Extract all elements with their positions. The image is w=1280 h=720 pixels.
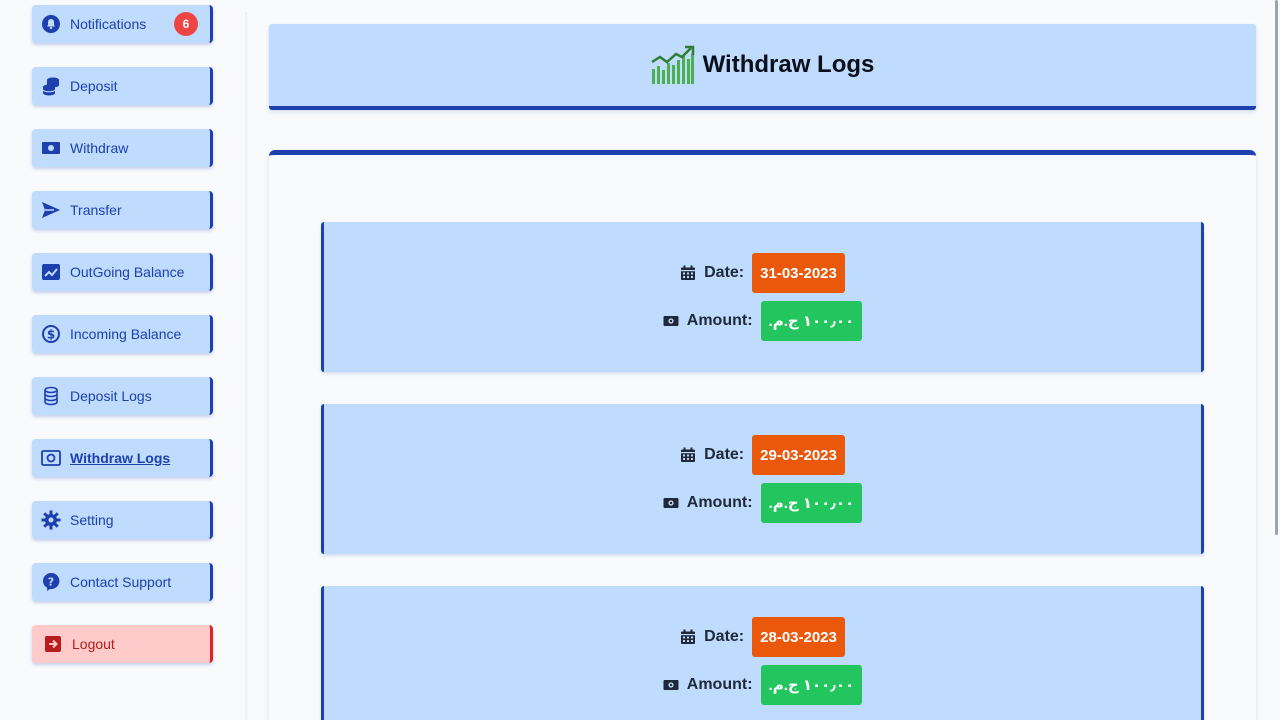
amount-value: ١٠٠٫٠٠ ج.م. — [760, 483, 863, 523]
banknote-icon — [40, 137, 62, 159]
page-title: Withdraw Logs — [702, 51, 875, 78]
amount-row: Amount: ١٠٠٫٠٠ ج.م. — [324, 483, 1201, 523]
svg-text:$: $ — [47, 328, 55, 342]
date-value: 31-03-2023 — [752, 253, 845, 293]
date-label: Date: — [704, 628, 745, 645]
amount-value: ١٠٠٫٠٠ ج.م. — [760, 665, 863, 705]
sidebar-divider — [245, 12, 249, 720]
sidebar-item-notifications[interactable]: Notifications 6 — [32, 5, 213, 43]
growth-chart-icon — [650, 45, 694, 84]
log-card: Date: 29-03-2023 Amount: ١٠٠٫٠٠ ج.م. — [321, 404, 1204, 554]
sidebar-item-label: Withdraw Logs — [70, 450, 171, 466]
sidebar-item-deposit[interactable]: Deposit — [32, 67, 213, 105]
page-scrollbar[interactable] — [1272, 0, 1280, 720]
amount-value: ١٠٠٫٠٠ ج.م. — [760, 301, 863, 341]
notification-count-badge: 6 — [174, 12, 198, 36]
sidebar-item-label: Withdraw — [70, 140, 129, 156]
amount-label: Amount: — [686, 312, 753, 329]
amount-row: Amount: ١٠٠٫٠٠ ج.م. — [324, 301, 1201, 341]
sidebar-item-transfer[interactable]: Transfer — [32, 191, 213, 229]
date-value: 28-03-2023 — [752, 617, 845, 657]
sidebar-item-contact-support[interactable]: ? Contact Support — [32, 563, 213, 601]
bell-icon — [40, 13, 62, 35]
svg-text:?: ? — [48, 576, 54, 589]
sidebar-item-withdraw[interactable]: Withdraw — [32, 129, 213, 167]
sidebar-item-label: Deposit Logs — [70, 388, 152, 404]
sidebar-item-label: Contact Support — [70, 574, 172, 590]
calendar-icon — [681, 447, 696, 462]
calendar-icon — [681, 265, 696, 280]
log-card: Date: 28-03-2023 Amount: ١٠٠٫٠٠ ج.م. — [321, 586, 1204, 720]
question-icon: ? — [40, 571, 62, 593]
sidebar-item-label: Logout — [72, 636, 115, 652]
logout-icon — [42, 633, 64, 655]
gear-icon — [40, 509, 62, 531]
date-row: Date: 28-03-2023 — [324, 617, 1201, 657]
sidebar-item-label: OutGoing Balance — [70, 264, 185, 280]
sidebar-item-label: Setting — [70, 512, 114, 528]
date-row: Date: 29-03-2023 — [324, 435, 1201, 475]
dollar-circle-icon: $ — [40, 323, 62, 345]
money-icon — [663, 316, 679, 326]
sidebar-item-setting[interactable]: Setting — [32, 501, 213, 539]
sidebar-item-label: Incoming Balance — [70, 326, 182, 342]
app-root: Notifications 6 Deposit Withdraw Transfe… — [0, 0, 1280, 720]
sidebar-item-deposit-logs[interactable]: Deposit Logs — [32, 377, 213, 415]
amount-label: Amount: — [686, 494, 753, 511]
chart-up-icon — [40, 261, 62, 283]
coins-icon — [40, 75, 62, 97]
sidebar-item-label: Deposit — [70, 78, 118, 94]
log-card: Date: 31-03-2023 Amount: ١٠٠٫٠٠ ج.م. — [321, 222, 1204, 372]
sidebar-item-logout[interactable]: Logout — [32, 625, 213, 663]
money-icon — [663, 498, 679, 508]
date-label: Date: — [704, 264, 745, 281]
paper-plane-icon — [40, 199, 62, 221]
date-row: Date: 31-03-2023 — [324, 253, 1201, 293]
scrollbar-thumb[interactable] — [1275, 0, 1278, 535]
date-label: Date: — [704, 446, 745, 463]
page-header: Withdraw Logs — [269, 24, 1256, 110]
money-icon — [663, 680, 679, 690]
sidebar-item-label: Transfer — [70, 202, 122, 218]
sidebar-item-withdraw-logs[interactable]: Withdraw Logs — [32, 439, 213, 477]
calendar-icon — [681, 629, 696, 644]
amount-label: Amount: — [686, 676, 753, 693]
amount-row: Amount: ١٠٠٫٠٠ ج.م. — [324, 665, 1201, 705]
date-value: 29-03-2023 — [752, 435, 845, 475]
sidebar: Notifications 6 Deposit Withdraw Transfe… — [0, 0, 245, 720]
sidebar-item-outgoing-balance[interactable]: OutGoing Balance — [32, 253, 213, 291]
database-icon — [40, 385, 62, 407]
sidebar-item-incoming-balance[interactable]: $ Incoming Balance — [32, 315, 213, 353]
money-bill-icon — [40, 447, 62, 469]
sidebar-item-label: Notifications — [70, 16, 147, 32]
